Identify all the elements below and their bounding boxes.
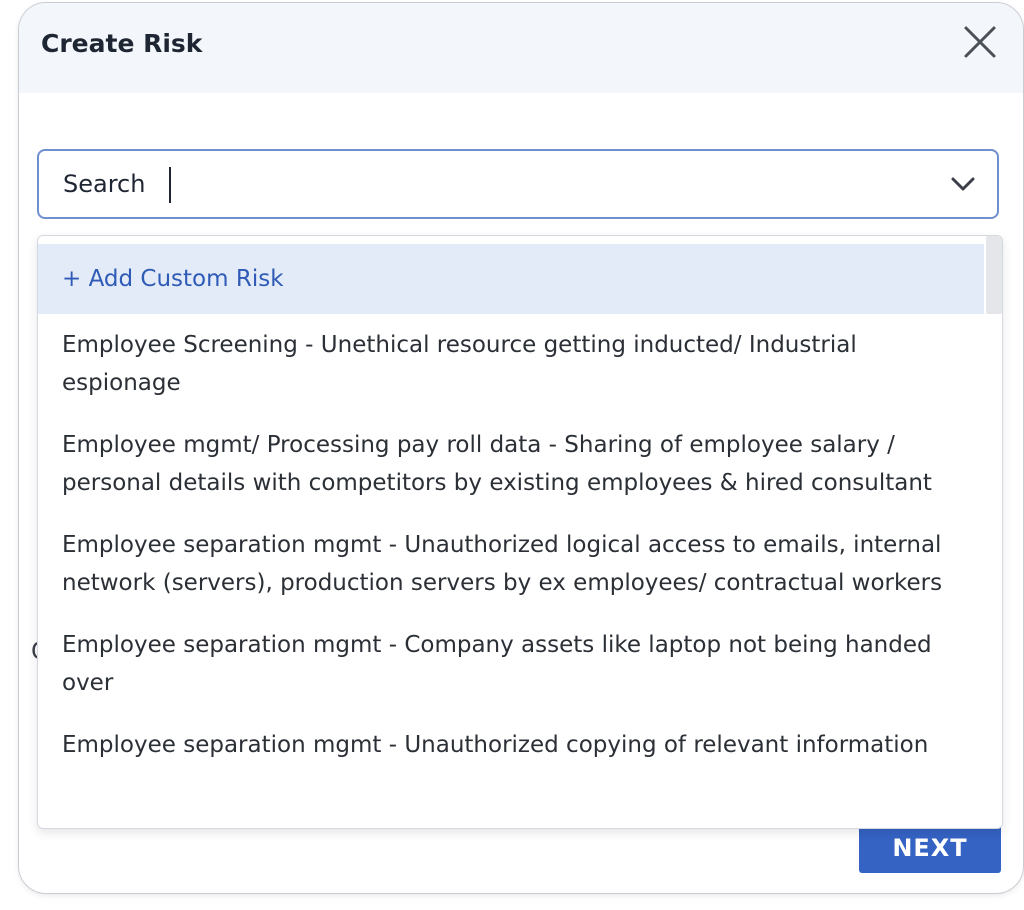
scrollbar-track[interactable] bbox=[986, 236, 1002, 828]
modal-header: Create Risk bbox=[19, 3, 1023, 93]
list-item[interactable]: Employee Screening - Unethical resource … bbox=[38, 314, 984, 414]
dropdown-toggle[interactable] bbox=[949, 173, 977, 195]
chevron-down-icon bbox=[951, 177, 975, 191]
dropdown-options: + Add Custom Risk Employee Screening - U… bbox=[38, 244, 984, 776]
create-risk-modal: Create Risk C 5 NEXT + Add Custom Risk E… bbox=[18, 2, 1024, 894]
next-button[interactable]: NEXT bbox=[859, 823, 1001, 873]
list-item[interactable]: Employee separation mgmt - Unauthorized … bbox=[38, 714, 984, 776]
modal-title: Create Risk bbox=[41, 29, 203, 58]
search-select[interactable] bbox=[37, 149, 999, 219]
text-cursor bbox=[169, 167, 171, 203]
close-icon bbox=[964, 26, 996, 58]
search-input[interactable] bbox=[63, 151, 923, 217]
list-item[interactable]: Employee mgmt/ Processing pay roll data … bbox=[38, 414, 984, 514]
list-item[interactable]: Employee separation mgmt - Unauthorized … bbox=[38, 514, 984, 614]
add-custom-risk-option[interactable]: + Add Custom Risk bbox=[38, 244, 984, 314]
list-item[interactable]: Employee separation mgmt - Company asset… bbox=[38, 614, 984, 714]
risk-dropdown-list: + Add Custom Risk Employee Screening - U… bbox=[37, 235, 1003, 829]
close-button[interactable] bbox=[961, 23, 999, 61]
scrollbar-thumb[interactable] bbox=[986, 236, 1002, 314]
